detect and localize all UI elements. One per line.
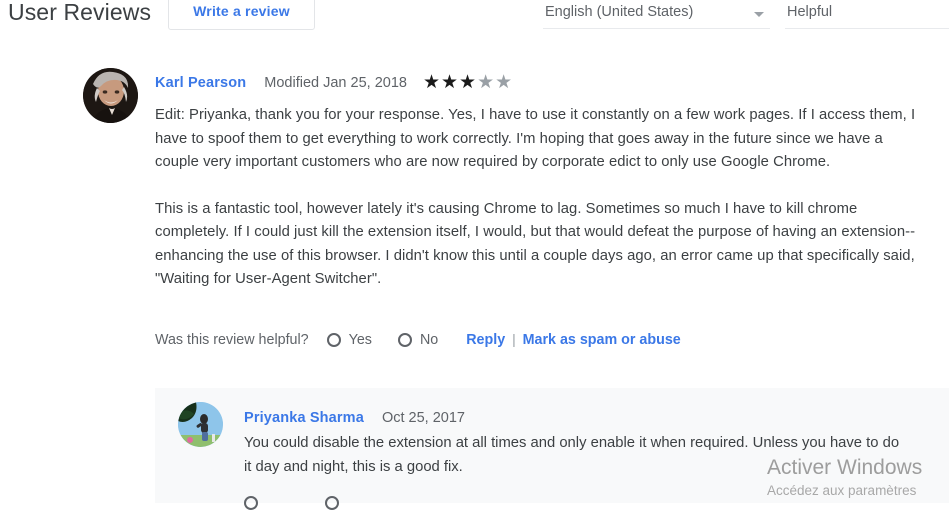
review-helpful-row: Was this review helpful? Yes No Reply | … bbox=[155, 331, 681, 348]
reply-avatar bbox=[178, 402, 223, 447]
language-select[interactable]: English (United States) bbox=[543, 0, 770, 29]
reply-author-link[interactable]: Priyanka Sharma bbox=[244, 410, 364, 426]
reply-helpful-row bbox=[244, 496, 339, 510]
review-author-link[interactable]: Karl Pearson bbox=[155, 75, 246, 91]
sort-select-value: Helpful bbox=[787, 4, 833, 20]
radio-yes-icon[interactable] bbox=[326, 332, 341, 347]
star-filled-icon: ★ bbox=[459, 71, 477, 93]
radio-no-icon[interactable] bbox=[397, 332, 412, 347]
reviews-header: User Reviews Write a review English (Uni… bbox=[0, 0, 949, 34]
helpful-yes-label: Yes bbox=[348, 331, 372, 348]
avatar bbox=[83, 68, 138, 123]
mark-as-spam-link[interactable]: Mark as spam or abuse bbox=[523, 332, 681, 348]
review-paragraph: Edit: Priyanka, thank you for your respo… bbox=[155, 107, 916, 170]
language-select-value: English (United States) bbox=[545, 4, 694, 20]
star-rating: ★ ★ ★ ★ ★ bbox=[423, 73, 512, 92]
page-title: User Reviews bbox=[8, 0, 152, 25]
review-paragraph: This is a fantastic tool, however lately… bbox=[155, 200, 916, 288]
reply-header: Priyanka Sharma Oct 25, 2017 bbox=[244, 410, 465, 426]
helpful-no-label: No bbox=[419, 331, 439, 348]
chevron-down-icon bbox=[754, 12, 764, 17]
action-separator: | bbox=[512, 331, 516, 347]
review-actions: Reply | Mark as spam or abuse bbox=[466, 331, 681, 348]
reply-link[interactable]: Reply bbox=[466, 332, 505, 348]
developer-reply: Priyanka Sharma Oct 25, 2017 You could d… bbox=[155, 388, 949, 510]
reply-radio-yes-icon[interactable] bbox=[244, 496, 258, 510]
sort-select[interactable]: Helpful bbox=[785, 0, 949, 29]
star-filled-icon: ★ bbox=[422, 71, 440, 93]
reply-text: You could disable the extension at all t… bbox=[244, 435, 900, 475]
star-empty-icon: ★ bbox=[477, 71, 495, 93]
reply-radio-no-icon[interactable] bbox=[325, 496, 339, 510]
reply-date: Oct 25, 2017 bbox=[381, 410, 465, 426]
star-filled-icon: ★ bbox=[441, 71, 459, 93]
review-header: Karl Pearson Modified Jan 25, 2018 ★ ★ ★ ★ ★ bbox=[155, 72, 512, 94]
star-empty-icon: ★ bbox=[495, 71, 513, 93]
helpful-question-label: Was this review helpful? bbox=[155, 331, 309, 348]
review-date: Modified Jan 25, 2018 bbox=[264, 75, 407, 91]
write-a-review-button[interactable]: Write a review bbox=[168, 0, 315, 30]
helpful-no-option[interactable]: No bbox=[397, 331, 439, 348]
helpful-yes-option[interactable]: Yes bbox=[326, 331, 372, 348]
review-text: Edit: Priyanka, thank you for your respo… bbox=[155, 104, 923, 292]
